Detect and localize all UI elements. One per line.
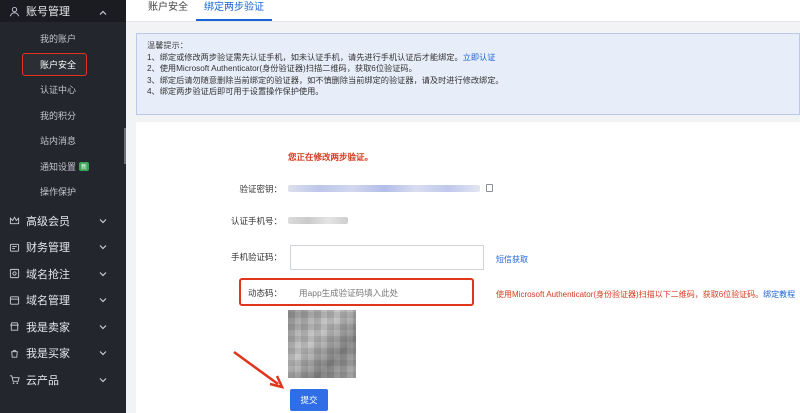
- sidebar: 账号管理 我的账户 账户安全 认证中心 我的积分 站内消息 通知设置新 操作保护…: [0, 0, 126, 413]
- secret-label: 验证密钥：: [239, 184, 282, 194]
- notice-line: 1、绑定或修改两步验证需先认证手机，如未认证手机，请先进行手机认证后才能绑定。立…: [147, 52, 789, 63]
- sidebar-group-label: 我是卖家: [26, 321, 70, 334]
- domain-icon: [8, 294, 20, 306]
- two-step-form: 您正在修改两步验证。 验证密钥： 认证手机号： 手机验证码： 短信获取 动态码：…: [136, 122, 800, 413]
- sidebar-group-label: 账号管理: [26, 6, 70, 18]
- sidebar-group-label: 云产品: [26, 374, 59, 387]
- sidebar-group-label: 域名抢注: [26, 268, 70, 281]
- notice-title: 温馨提示：: [147, 41, 188, 50]
- chevron-down-icon: [98, 269, 108, 279]
- user-icon: [8, 5, 20, 17]
- tips-notice: 温馨提示： 1、绑定或修改两步验证需先认证手机，如未认证手机，请先进行手机认证后…: [136, 33, 800, 115]
- sidebar-group-domain-manage[interactable]: 域名管理: [0, 287, 126, 314]
- phone-label: 认证手机号：: [230, 216, 282, 226]
- notice-line: 4、绑定两步验证后即可用于设置操作保护使用。: [147, 86, 324, 96]
- copy-icon[interactable]: [486, 184, 493, 192]
- notice-line-text: 1、绑定或修改两步验证需先认证手机，如未认证手机，请先进行手机认证后才能绑定。: [147, 53, 463, 63]
- domain-snipe-icon: [8, 268, 20, 280]
- sidebar-group-domain-snipe[interactable]: 域名抢注: [0, 261, 126, 288]
- wallet-icon: [8, 241, 20, 253]
- chevron-up-icon: [98, 8, 108, 18]
- sms-code-input[interactable]: [290, 245, 484, 270]
- annotation-arrow-icon: [233, 350, 285, 389]
- sms-label: 手机验证码：: [230, 252, 282, 262]
- submit-button[interactable]: 提交: [290, 389, 328, 411]
- sidebar-item-operation-protection[interactable]: 操作保护: [0, 179, 126, 205]
- qr-code: [288, 310, 356, 378]
- editing-status: 您正在修改两步验证。: [288, 152, 374, 162]
- chevron-down-icon: [98, 242, 108, 252]
- sidebar-group-label: 我是买家: [26, 348, 70, 361]
- sidebar-group-premium[interactable]: 高级会员: [0, 208, 126, 235]
- scan-hint-text: 使用Microsoft Authenticator(身份验证器)扫描以下二维码，…: [496, 290, 764, 299]
- sidebar-item-messages[interactable]: 站内消息: [0, 128, 126, 154]
- crown-icon: [8, 215, 20, 227]
- sidebar-item-label: 操作保护: [40, 187, 77, 198]
- chevron-down-icon: [98, 375, 108, 385]
- sidebar-item-label: 我的账户: [40, 34, 77, 45]
- tab-bar: 账户安全 绑定两步验证: [126, 0, 800, 22]
- dynamic-code-input[interactable]: 用app生成验证码填入此处: [290, 282, 470, 303]
- sidebar-item-verification-center[interactable]: 认证中心: [0, 77, 126, 103]
- sidebar-item-label: 认证中心: [40, 85, 77, 96]
- sidebar-group-finance[interactable]: 财务管理: [0, 234, 126, 261]
- sidebar-group-seller[interactable]: 我是卖家: [0, 314, 126, 341]
- sidebar-item-label: 我的积分: [40, 110, 77, 121]
- notice-line: 3、绑定后请勿随意删除当前绑定的验证器，如不慎删除当前绑定的验证器，请及时进行修…: [147, 75, 504, 85]
- notice-line: 2、使用Microsoft Authenticator(身份验证器)扫描二维码，…: [147, 64, 417, 74]
- main-content: 账户安全 绑定两步验证 温馨提示： 1、绑定或修改两步验证需先认证手机，如未认证…: [126, 0, 800, 413]
- sidebar-group-account[interactable]: 账号管理: [0, 0, 126, 22]
- chevron-down-icon: [98, 216, 108, 226]
- sidebar-group-buyer[interactable]: 我是买家: [0, 340, 126, 367]
- cart-icon: [8, 374, 20, 386]
- tutorial-link[interactable]: 绑定教程: [763, 290, 795, 299]
- sidebar-item-my-account[interactable]: 我的账户: [0, 26, 126, 52]
- secret-key-value: [288, 185, 480, 192]
- seller-icon: [8, 321, 20, 333]
- tab-bind-two-step[interactable]: 绑定两步验证: [196, 0, 272, 21]
- sidebar-group-label: 财务管理: [26, 242, 70, 255]
- chevron-down-icon: [98, 295, 108, 305]
- sidebar-group-label: 高级会员: [26, 215, 70, 228]
- chevron-down-icon: [98, 322, 108, 332]
- tab-account-security[interactable]: 账户安全: [140, 0, 196, 21]
- chevron-down-icon: [98, 348, 108, 358]
- sidebar-item-label: 通知设置: [40, 161, 77, 172]
- new-badge: 新: [79, 161, 90, 171]
- dynamic-code-label: 动态码：: [247, 288, 282, 298]
- sidebar-item-account-security[interactable]: 账户安全: [0, 52, 126, 78]
- sidebar-group-label: 域名管理: [26, 295, 70, 308]
- buyer-icon: [8, 347, 20, 359]
- sidebar-item-label: 站内消息: [40, 136, 77, 147]
- sidebar-item-notification-settings[interactable]: 通知设置新: [0, 154, 126, 180]
- scan-hint: 使用Microsoft Authenticator(身份验证器)扫描以下二维码，…: [496, 289, 795, 300]
- sidebar-group-cloud[interactable]: 云产品: [0, 367, 126, 394]
- sms-get-link[interactable]: 短信获取: [496, 254, 528, 265]
- verify-now-link[interactable]: 立即认证: [463, 53, 496, 62]
- sidebar-item-label: 账户安全: [22, 52, 88, 76]
- sidebar-item-my-points[interactable]: 我的积分: [0, 103, 126, 129]
- phone-value: [288, 217, 348, 224]
